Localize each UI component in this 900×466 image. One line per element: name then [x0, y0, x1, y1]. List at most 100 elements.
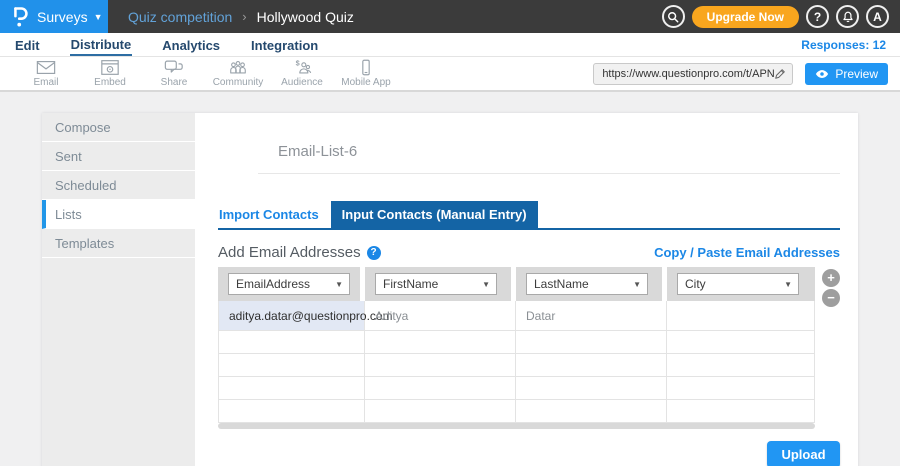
cell-city[interactable]	[667, 377, 815, 400]
table-row	[218, 354, 815, 377]
chevron-down-icon: ▼	[633, 280, 641, 289]
avatar-initial: A	[873, 10, 882, 24]
email-panel: Compose Sent Scheduled Lists Templates E…	[42, 113, 858, 466]
contacts-table: EmailAddress ▼ FirstName ▼	[218, 267, 840, 429]
tool-email[interactable]: Email	[14, 59, 78, 88]
tool-embed[interactable]: Embed	[78, 59, 142, 88]
add-email-header-row: Add Email Addresses ? Copy / Paste Email…	[218, 244, 840, 261]
cell-city[interactable]	[667, 400, 815, 423]
tab-edit[interactable]: Edit	[14, 35, 41, 55]
tool-share[interactable]: Share	[142, 59, 206, 88]
breadcrumb-separator-icon: ›	[242, 9, 246, 24]
search-icon	[667, 11, 679, 23]
cell-lastname[interactable]	[516, 354, 667, 377]
page-background: Compose Sent Scheduled Lists Templates E…	[0, 92, 900, 466]
tab-integration[interactable]: Integration	[250, 35, 319, 55]
mobile-app-icon	[356, 59, 376, 76]
avatar[interactable]: A	[866, 5, 889, 28]
sidebar-item-scheduled[interactable]: Scheduled	[42, 171, 195, 200]
preview-eye-icon	[815, 69, 829, 79]
add-row-button[interactable]: +	[822, 269, 840, 287]
copy-paste-link[interactable]: Copy / Paste Email Addresses	[654, 245, 840, 260]
cell-lastname[interactable]	[516, 400, 667, 423]
notifications-button[interactable]	[836, 5, 859, 28]
chevron-down-icon: ▼	[482, 280, 490, 289]
column-header-lastname: LastName ▼	[516, 267, 667, 301]
cell-firstname[interactable]	[365, 354, 516, 377]
cell-firstname[interactable]: Aditya	[365, 301, 516, 331]
top-bar: Surveys ▼ Quiz competition › Hollywood Q…	[0, 0, 900, 33]
tool-audience[interactable]: $ Audience	[270, 59, 334, 88]
survey-url-text: https://www.questionpro.com/t/APNrFZ	[602, 68, 774, 80]
responses-count[interactable]: Responses: 12	[801, 38, 886, 52]
help-circle-icon[interactable]: ?	[367, 246, 381, 260]
column-header-email: EmailAddress ▼	[218, 267, 365, 301]
embed-icon	[100, 59, 120, 76]
cell-firstname[interactable]	[365, 377, 516, 400]
tool-community[interactable]: Community	[206, 59, 270, 88]
audience-icon: $	[292, 59, 312, 76]
question-mark-icon: ?	[814, 10, 821, 24]
cell-email[interactable]	[219, 354, 365, 377]
edit-pencil-icon[interactable]	[774, 68, 786, 80]
cell-firstname[interactable]	[365, 400, 516, 423]
tab-distribute[interactable]: Distribute	[70, 34, 133, 56]
preview-button[interactable]: Preview	[805, 63, 888, 85]
upgrade-now-button[interactable]: Upgrade Now	[692, 6, 799, 28]
table-row	[218, 331, 815, 354]
breadcrumb: Quiz competition › Hollywood Quiz	[128, 9, 354, 25]
title-divider	[258, 173, 840, 174]
page-title: Email-List-6	[278, 143, 858, 160]
column-header-city: City ▼	[667, 267, 815, 301]
sidebar-item-sent[interactable]: Sent	[42, 142, 195, 171]
upload-row: Upload	[218, 441, 840, 466]
column-select-lastname[interactable]: LastName ▼	[526, 273, 648, 295]
email-icon	[36, 59, 56, 76]
table-row: aditya.datar@questionpro.com Aditya Data…	[218, 301, 815, 331]
column-select-city[interactable]: City ▼	[677, 273, 799, 295]
chevron-down-icon: ▼	[335, 280, 343, 289]
cell-lastname[interactable]	[516, 331, 667, 354]
cell-city[interactable]	[667, 301, 815, 331]
tab-analytics[interactable]: Analytics	[161, 35, 221, 55]
cell-email[interactable]	[219, 331, 365, 354]
cell-lastname[interactable]	[516, 377, 667, 400]
cell-firstname[interactable]	[365, 331, 516, 354]
breadcrumb-survey-name[interactable]: Hollywood Quiz	[257, 9, 354, 25]
cell-email[interactable]	[219, 377, 365, 400]
help-button[interactable]: ?	[806, 5, 829, 28]
tab-import-contacts[interactable]: Import Contacts	[218, 207, 323, 228]
share-icon	[164, 59, 184, 76]
sidebar-item-lists[interactable]: Lists	[42, 200, 195, 229]
topbar-actions: Upgrade Now ? A	[662, 5, 900, 28]
bell-icon	[842, 11, 854, 23]
surveys-product-menu[interactable]: Surveys ▼	[0, 0, 108, 33]
horizontal-scrollbar[interactable]	[218, 423, 815, 429]
community-icon	[228, 59, 248, 76]
cell-city[interactable]	[667, 354, 815, 377]
distribute-toolbar: Email Embed Share Community $	[0, 57, 900, 92]
sidebar-item-compose[interactable]: Compose	[42, 113, 195, 142]
cell-city[interactable]	[667, 331, 815, 354]
cell-email[interactable]	[219, 400, 365, 423]
survey-nav: Edit Distribute Analytics Integration Re…	[0, 33, 900, 57]
product-label: Surveys	[37, 9, 88, 25]
search-button[interactable]	[662, 5, 685, 28]
row-controls: + −	[822, 269, 840, 307]
column-select-emailaddress[interactable]: EmailAddress ▼	[228, 273, 350, 295]
email-sidebar: Compose Sent Scheduled Lists Templates	[42, 113, 195, 466]
remove-row-button[interactable]: −	[822, 289, 840, 307]
table-row	[218, 400, 815, 423]
tool-mobile-app[interactable]: Mobile App	[334, 59, 398, 88]
survey-url-field[interactable]: https://www.questionpro.com/t/APNrFZ	[593, 63, 793, 85]
tab-input-contacts-manual[interactable]: Input Contacts (Manual Entry)	[331, 201, 538, 228]
svg-text:$: $	[296, 59, 300, 68]
column-select-firstname[interactable]: FirstName ▼	[375, 273, 497, 295]
cell-lastname[interactable]: Datar	[516, 301, 667, 331]
sidebar-item-templates[interactable]: Templates	[42, 229, 195, 258]
contacts-tabs: Import Contacts Input Contacts (Manual E…	[218, 203, 840, 230]
cell-email[interactable]: aditya.datar@questionpro.com	[219, 301, 365, 331]
upload-button[interactable]: Upload	[767, 441, 840, 466]
chevron-down-icon: ▼	[94, 12, 103, 22]
breadcrumb-folder[interactable]: Quiz competition	[128, 9, 232, 25]
